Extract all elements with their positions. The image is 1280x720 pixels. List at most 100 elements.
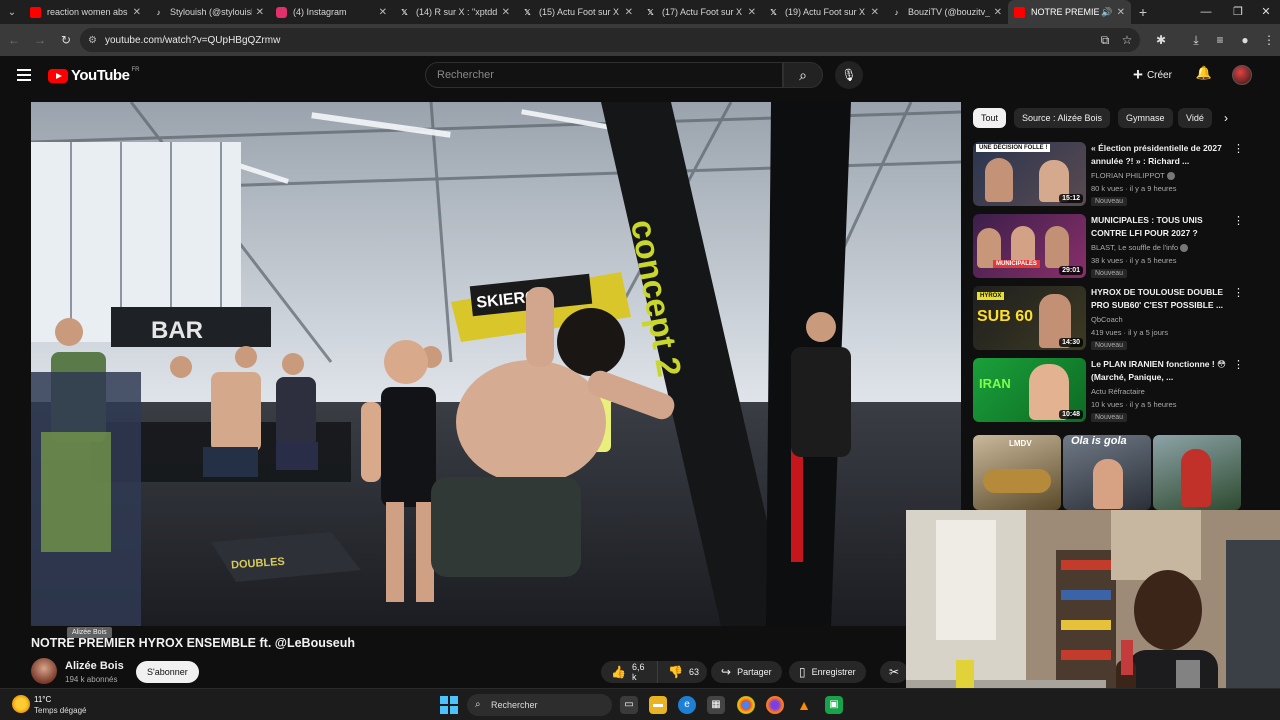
recommendation-title[interactable]: Le PLAN IRANIEN fonctionne ! 😳 (Marché, … <box>1091 358 1231 384</box>
forward-button[interactable]: → <box>28 28 52 52</box>
hamburger-menu-icon[interactable] <box>14 66 34 86</box>
tab-close-icon[interactable]: ✕ <box>625 7 633 18</box>
media-control-icon[interactable]: ≡ <box>1210 28 1230 52</box>
file-explorer-icon[interactable]: ▬ <box>649 696 667 714</box>
youtube-logo[interactable]: YouTube FR <box>48 67 139 84</box>
search-icon[interactable]: ⌕ <box>783 62 823 88</box>
notifications-bell-icon[interactable]: 🔔 <box>1194 65 1214 85</box>
save-button[interactable]: ▯ Enregistrer <box>789 661 866 683</box>
bookmark-star-icon[interactable]: ☆ <box>1117 28 1137 52</box>
browser-tab[interactable]: (4) Instagram ✕ <box>270 0 393 24</box>
browser-tab[interactable]: 𝕏 (15) Actu Foot sur X ✕ <box>516 0 639 24</box>
browser-tab[interactable]: ♪ BouziTV (@bouzitv_) ✕ <box>885 0 1008 24</box>
recommendation-thumbnail[interactable]: IRAN 10:48 <box>973 358 1086 422</box>
extensions-icon[interactable]: ✱ <box>1151 28 1171 52</box>
more-options-icon[interactable]: ⋮ <box>1233 214 1244 227</box>
recommendation-item[interactable]: UNE DÉCISION FOLLE ! 15:12 « Élection pr… <box>973 142 1244 206</box>
clip-button[interactable]: ✂ <box>880 661 908 683</box>
subscribe-button[interactable]: S'abonner <box>136 661 199 683</box>
recommendation-title[interactable]: MUNICIPALES : TOUS UNIS CONTRE LFI POUR … <box>1091 214 1231 240</box>
youtube-play-icon <box>48 68 68 83</box>
tab-close-icon[interactable]: ✕ <box>748 7 756 18</box>
browser-tab[interactable]: 𝕏 (14) R sur X : "xptdd ✕ <box>393 0 516 24</box>
tab-search-chevron-icon[interactable]: ⌄ <box>0 0 24 24</box>
channel-avatar[interactable] <box>31 658 57 684</box>
recommendation-thumbnail[interactable]: HYROX SUB 60 14:30 <box>973 286 1086 350</box>
microsoft-store-icon[interactable]: ▦ <box>707 696 725 714</box>
chip-source[interactable]: Source : Alizée Bois <box>1014 108 1111 128</box>
chip-gym[interactable]: Gymnase <box>1118 108 1173 128</box>
tab-close-icon[interactable]: ✕ <box>871 7 879 18</box>
recommendation-item[interactable]: HYROX SUB 60 14:30 HYROX DE TOULOUSE DOU… <box>973 286 1244 350</box>
more-options-icon[interactable]: ⋮ <box>1233 286 1244 299</box>
tab-close-icon[interactable]: ✕ <box>502 7 510 18</box>
like-button[interactable]: 👍 6,6 k <box>601 661 657 683</box>
chip-videos[interactable]: Vidé <box>1178 108 1212 128</box>
channel-name-link[interactable]: Alizée Bois <box>65 660 124 672</box>
site-info-icon[interactable]: ⚙ <box>88 35 97 46</box>
address-bar[interactable]: ⚙ youtube.com/watch?v=QUpHBgQZrmw <box>80 28 1140 52</box>
thumbs-up-icon: 👍 <box>611 665 626 679</box>
video-frame: BAR concept 2 SKIERG DOUBLES <box>31 102 961 626</box>
taskbar-search[interactable]: ⌕ Rechercher <box>467 694 612 716</box>
firefox-icon[interactable] <box>766 696 784 714</box>
account-avatar[interactable] <box>1232 65 1252 85</box>
video-player[interactable]: BAR concept 2 SKIERG DOUBLES <box>31 102 961 626</box>
short-food-shape <box>983 469 1051 493</box>
channel-text: FLORIAN PHILIPPOT <box>1091 171 1165 180</box>
create-button[interactable]: + Créer <box>1125 63 1180 87</box>
short-thumbnail[interactable] <box>1153 435 1241 510</box>
recommendation-meta: 10 k vues · il y a 5 heures <box>1091 400 1177 409</box>
x-icon: 𝕏 <box>770 7 777 17</box>
profile-icon[interactable]: ● <box>1235 28 1255 52</box>
tab-close-icon[interactable]: ✕ <box>256 7 264 18</box>
chrome-icon[interactable] <box>737 696 755 714</box>
tab-close-icon[interactable]: ✕ <box>994 7 1002 18</box>
recommendation-item[interactable]: IRAN 10:48 Le PLAN IRANIEN fonctionne ! … <box>973 358 1244 422</box>
more-options-icon[interactable]: ⋮ <box>1233 142 1244 155</box>
short-thumbnail[interactable]: Ola is gola <box>1063 435 1151 510</box>
download-icon[interactable]: ⤓ <box>1186 28 1206 52</box>
tab-close-icon[interactable]: ✕ <box>379 7 387 18</box>
search-input[interactable]: Rechercher <box>425 62 783 88</box>
reload-button[interactable]: ↻ <box>54 28 78 52</box>
minimize-button[interactable]: — <box>1190 0 1222 24</box>
tab-close-icon[interactable]: ✕ <box>133 7 141 18</box>
app-icon[interactable]: ▣ <box>825 696 843 714</box>
recommendation-item[interactable]: MUNICIPALES 29:01 MUNICIPALES : TOUS UNI… <box>973 214 1244 278</box>
microphone-icon[interactable]: 🎙 <box>835 61 863 89</box>
chevron-right-icon[interactable]: › <box>1216 108 1236 128</box>
tab-audio-icon[interactable]: 🔊 <box>1101 7 1112 18</box>
weather-temperature[interactable]: 11°C <box>34 695 51 704</box>
browser-tab[interactable]: 𝕏 (17) Actu Foot sur X ✕ <box>639 0 762 24</box>
recommendation-title[interactable]: HYROX DE TOULOUSE DOUBLE PRO SUB60' C'ES… <box>1091 286 1231 312</box>
browser-menu-icon[interactable]: ⋮ <box>1259 28 1279 52</box>
short-thumbnail[interactable]: LMDV <box>973 435 1061 510</box>
tiktok-icon: ♪ <box>894 7 899 17</box>
task-view-icon[interactable]: ▭ <box>620 696 638 714</box>
browser-tab[interactable]: NOTRE PREMIER 🔊 ✕ <box>1008 0 1131 24</box>
new-tab-button[interactable]: + <box>1131 4 1155 20</box>
subscriber-count: 194 k abonnés <box>65 675 118 684</box>
video-duration: 10:48 <box>1059 410 1083 419</box>
recommendation-thumbnail[interactable]: UNE DÉCISION FOLLE ! 15:12 <box>973 142 1086 206</box>
more-options-icon[interactable]: ⋮ <box>1233 358 1244 371</box>
close-window-button[interactable]: ✕ <box>1250 0 1280 24</box>
browser-tab[interactable]: ♪ Stylouish (@stylouish ✕ <box>147 0 270 24</box>
share-button[interactable]: ↪ Partager <box>711 661 782 683</box>
dislike-button[interactable]: 👎 63 <box>657 661 707 683</box>
back-button[interactable]: ← <box>2 28 26 52</box>
vlc-icon[interactable]: ▲ <box>795 696 813 714</box>
tab-close-icon[interactable]: ✕ <box>1117 7 1125 18</box>
browser-tab[interactable]: reaction women abs ✕ <box>24 0 147 24</box>
recommendation-title[interactable]: « Élection présidentielle de 2027 annulé… <box>1091 142 1231 168</box>
recommendation-thumbnail[interactable]: MUNICIPALES 29:01 <box>973 214 1086 278</box>
edge-browser-icon[interactable]: e <box>678 696 696 714</box>
weather-sun-icon[interactable] <box>12 695 30 713</box>
windows-start-icon[interactable] <box>440 696 458 714</box>
chip-all[interactable]: Tout <box>973 108 1007 128</box>
tab-title: Stylouish (@stylouish <box>170 7 252 17</box>
weather-description[interactable]: Temps dégagé <box>34 706 86 715</box>
browser-tab[interactable]: 𝕏 (19) Actu Foot sur X ✕ <box>762 0 885 24</box>
install-app-icon[interactable]: ⧉ <box>1095 28 1115 52</box>
